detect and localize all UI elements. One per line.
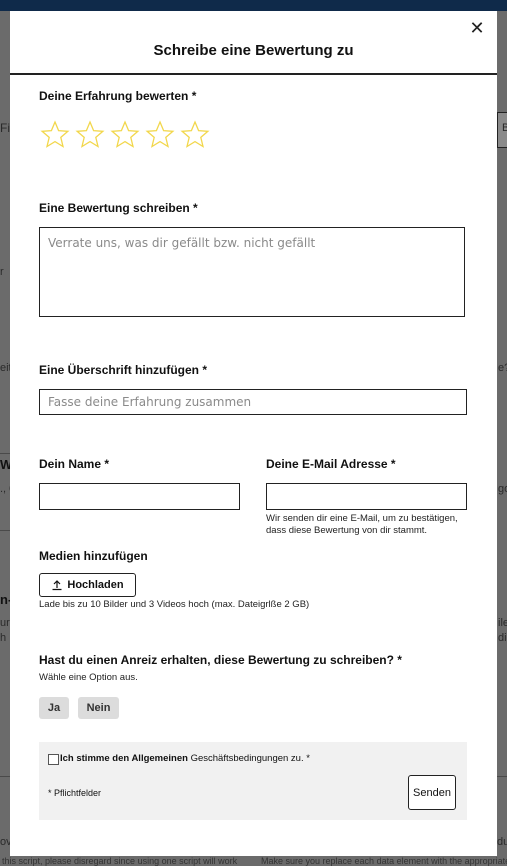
background-text: r	[0, 266, 4, 278]
option-yes-button[interactable]: Ja	[39, 697, 69, 719]
option-no-button[interactable]: Nein	[78, 697, 119, 719]
star-icon[interactable]	[145, 120, 175, 150]
review-modal: Schreibe eine Bewertung zu ✕ Deine Erfah…	[10, 11, 497, 856]
rating-label: Deine Erfahrung bewerten *	[39, 89, 197, 103]
background-text: ile	[498, 617, 507, 629]
background-text: go	[498, 483, 507, 495]
background-text: B	[502, 122, 507, 134]
email-hint-line-2: dass diese Bewertung von dir stammt.	[266, 525, 428, 536]
email-hint-line-1: Wir senden dir eine E-Mail, um zu bestät…	[266, 513, 458, 524]
consent-text: Ich stimme den Allgemeinen Geschäftsbedi…	[60, 753, 310, 764]
modal-title: Schreibe eine Bewertung zu	[153, 42, 354, 59]
modal-header: Schreibe eine Bewertung zu ✕	[10, 11, 497, 75]
upload-button[interactable]: Hochladen	[39, 573, 136, 597]
background-text: Make sure you replace each data element …	[261, 856, 507, 866]
consent-text-bold: Ich stimme den Allgemeinen	[60, 753, 188, 764]
media-label: Medien hinzufügen	[39, 549, 148, 563]
submit-button[interactable]: Senden	[408, 775, 456, 810]
review-label: Eine Bewertung schreiben *	[39, 201, 198, 215]
star-rating[interactable]	[40, 120, 210, 152]
media-hint: Lade bis zu 10 Bilder und 3 Videos hoch …	[39, 599, 310, 610]
star-icon[interactable]	[110, 120, 140, 150]
star-icon[interactable]	[75, 120, 105, 150]
email-label: Deine E-Mail Adresse *	[266, 457, 396, 471]
background-divider	[497, 776, 507, 777]
consent-checkbox[interactable]	[48, 754, 59, 765]
upload-icon	[52, 580, 62, 591]
background-top-bar	[0, 0, 507, 11]
consent-text-rest: Geschäftsbedingungen zu. *	[187, 753, 310, 764]
required-fields-note: * Pflichtfelder	[48, 788, 102, 798]
star-icon[interactable]	[40, 120, 70, 150]
background-text: ur	[0, 617, 10, 629]
close-icon[interactable]: ✕	[467, 18, 487, 38]
submit-footer: Ich stimme den Allgemeinen Geschäftsbedi…	[39, 742, 467, 820]
headline-input[interactable]	[39, 389, 467, 415]
email-input[interactable]	[266, 483, 467, 510]
incentive-hint: Wähle eine Option aus.	[39, 672, 138, 683]
background-divider	[0, 776, 10, 777]
upload-button-label: Hochladen	[67, 579, 124, 591]
background-text: Fi	[0, 121, 10, 135]
background-text: dic	[498, 632, 507, 644]
background-text: e?	[498, 362, 507, 374]
name-input[interactable]	[39, 483, 240, 510]
headline-label: Eine Überschrift hinzufügen *	[39, 363, 208, 377]
background-divider	[0, 530, 10, 531]
incentive-label: Hast du einen Anreiz erhalten, diese Bew…	[39, 653, 402, 667]
review-textarea[interactable]	[39, 227, 465, 317]
star-icon[interactable]	[180, 120, 210, 150]
name-label: Dein Name *	[39, 457, 110, 471]
background-divider	[0, 453, 10, 454]
background-text: du	[497, 836, 507, 848]
background-text: this script, please disregard since usin…	[2, 856, 238, 866]
